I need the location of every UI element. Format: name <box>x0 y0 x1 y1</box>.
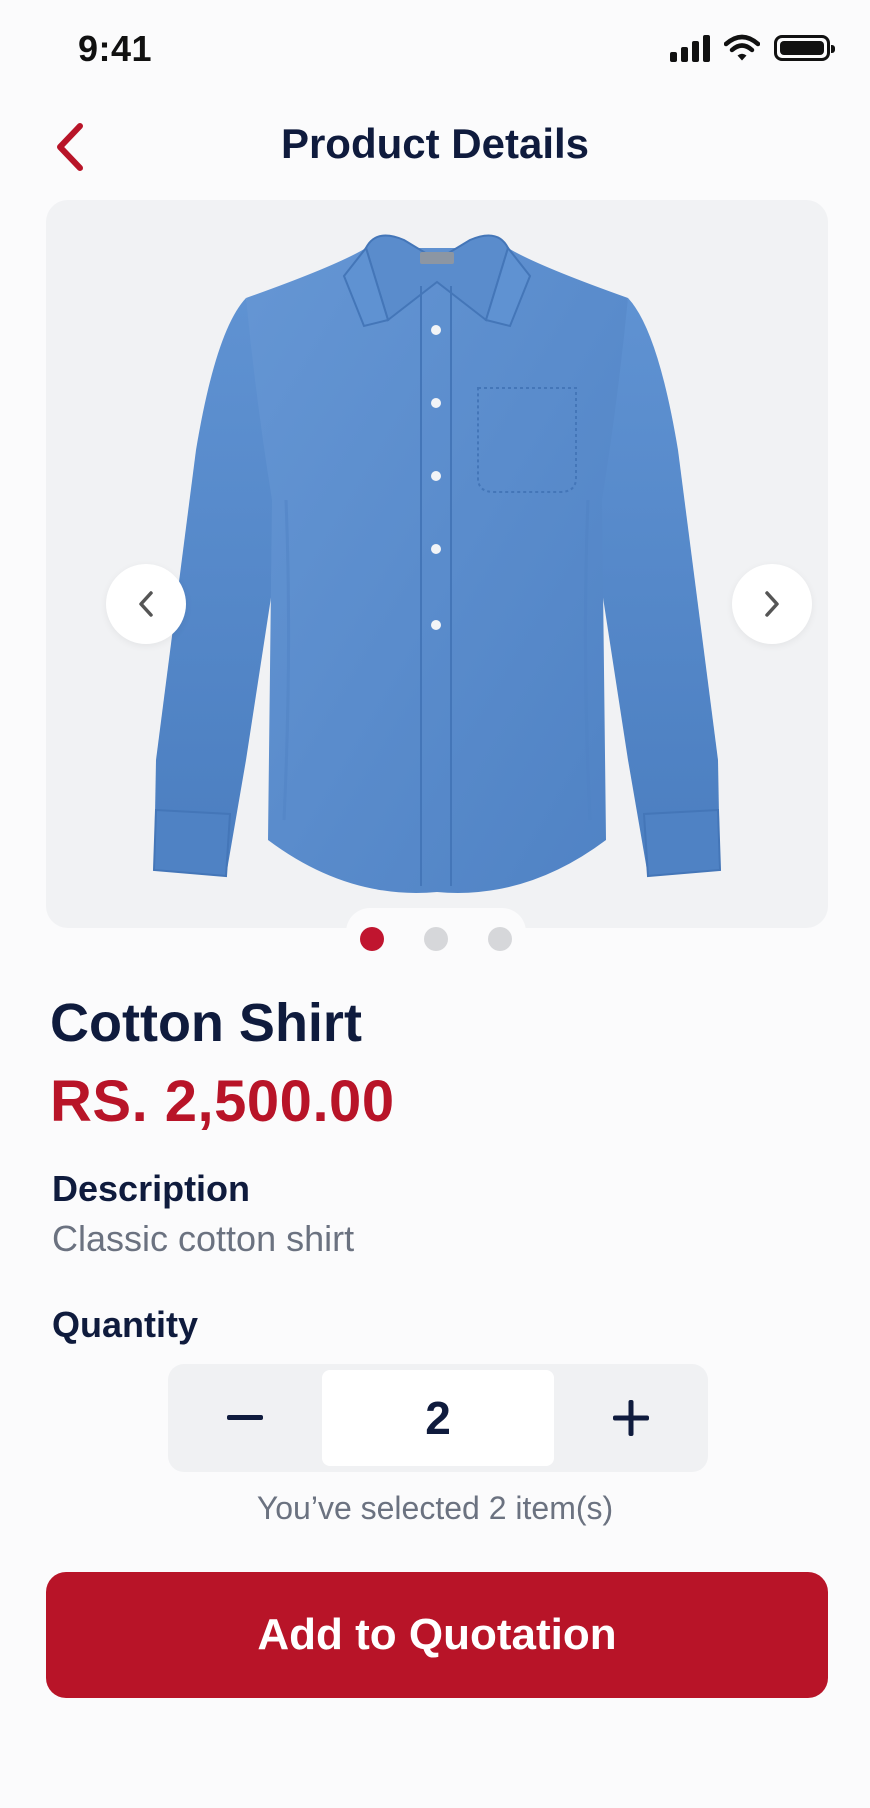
product-image <box>152 234 722 893</box>
product-name: Cotton Shirt <box>50 993 362 1053</box>
decrement-button[interactable] <box>170 1364 320 1472</box>
status-icons <box>670 34 835 62</box>
carousel-prev-button[interactable] <box>106 564 186 644</box>
pagination-dot[interactable] <box>488 927 512 951</box>
pagination-dot[interactable] <box>424 927 448 951</box>
selected-items-note: You’ve selected 2 item(s) <box>256 1490 614 1526</box>
quantity-value[interactable]: 2 <box>322 1370 554 1466</box>
increment-button[interactable] <box>556 1364 706 1472</box>
status-bar: 9:41 <box>0 0 870 100</box>
wifi-icon <box>724 34 760 61</box>
add-to-quotation-button[interactable]: Add to Quotation <box>46 1572 828 1698</box>
product-price: RS. 2,500.00 <box>50 1069 395 1134</box>
chevron-left-icon <box>139 591 153 617</box>
page-title: Product Details <box>280 120 590 167</box>
carousel-pagination <box>346 908 526 958</box>
pagination-dot-active[interactable] <box>360 927 384 951</box>
description-heading: Description <box>52 1168 251 1209</box>
quantity-heading: Quantity <box>52 1304 199 1345</box>
minus-icon <box>227 1415 263 1420</box>
description-text: Classic cotton shirt <box>52 1218 355 1259</box>
plus-icon <box>613 1400 649 1436</box>
chevron-right-icon <box>765 591 779 617</box>
battery-icon <box>774 35 835 61</box>
product-details-screen: 9:41 Product Details Cotton Shirt RS. 2,… <box>0 0 870 1808</box>
product-image-carousel[interactable] <box>46 200 828 928</box>
quantity-stepper: 2 <box>168 1364 708 1472</box>
status-time: 9:41 <box>78 28 153 69</box>
cellular-signal-icon <box>670 34 710 62</box>
carousel-next-button[interactable] <box>732 564 812 644</box>
